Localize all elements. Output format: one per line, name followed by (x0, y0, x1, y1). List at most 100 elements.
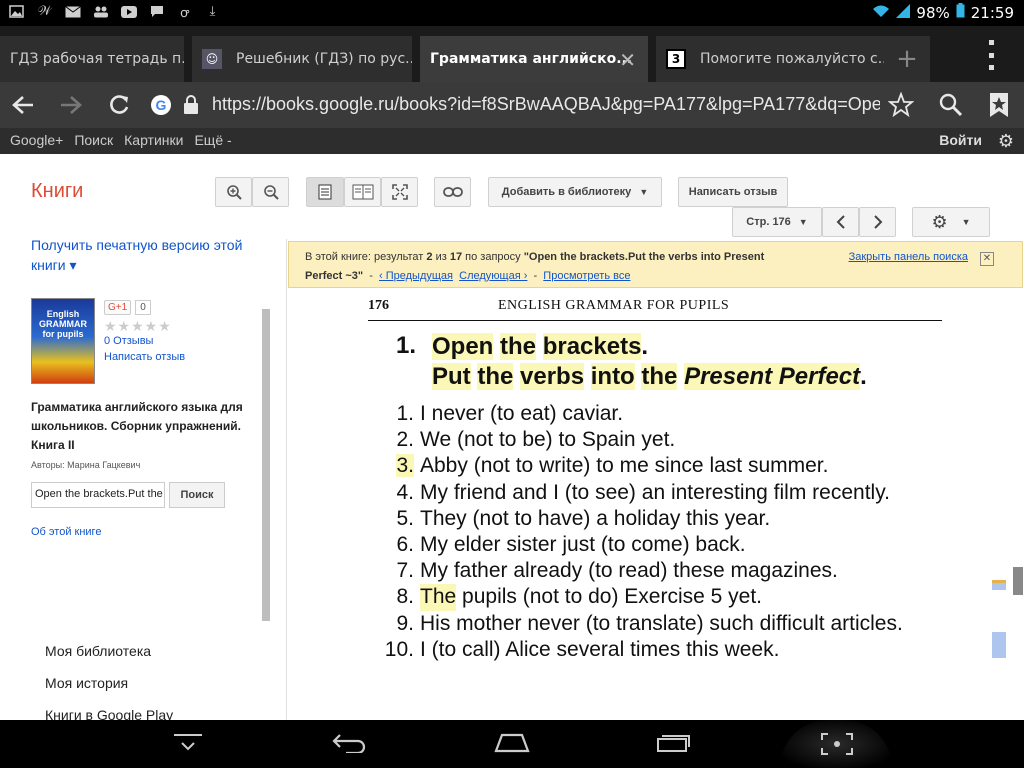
add-to-library-button[interactable]: Добавить в библиотеку ▼ (488, 177, 662, 207)
list-item: 7. My father already (to read) these maga… (378, 558, 903, 584)
page-scrollbar[interactable] (1013, 567, 1023, 595)
item-text: They (not to have) a holiday this year. (420, 506, 771, 530)
tab-gdz[interactable]: ГДЗ рабочая тетрадь п... (0, 36, 184, 82)
star-icon[interactable] (886, 90, 916, 120)
url-field[interactable]: https://books.google.ru/books?id=f8SrBwA… (212, 94, 880, 115)
wifi-icon (872, 4, 890, 22)
search-icon[interactable] (936, 90, 966, 120)
page-select[interactable]: Стр. 176 ▼ (732, 207, 822, 237)
exercise-title: Open the brackets. Put the verbs into th… (432, 332, 867, 392)
single-page-view-button[interactable] (306, 177, 344, 207)
home-nav-icon[interactable] (494, 731, 530, 759)
tab-bar: ГДЗ рабочая тетрадь п... ☺ Решебник (ГДЗ… (0, 26, 1024, 82)
item-text: My father already (to read) these magazi… (420, 559, 838, 583)
gear-icon: ⚙ (931, 211, 948, 232)
link-button[interactable] (434, 177, 471, 207)
back-nav-icon[interactable] (332, 731, 368, 759)
tab-label: Решебник (ГДЗ) по рус... (236, 51, 412, 67)
reviews-count-link[interactable]: 0 Отзывы (104, 335, 153, 347)
image-icon (8, 3, 25, 20)
print-version-link[interactable]: Получить печатную версию этой книги ▾ (31, 235, 253, 275)
page-icon (318, 184, 332, 200)
highlight-word: the (641, 363, 678, 390)
list-item: 1. I never (to eat) caviar. (378, 401, 903, 427)
result-current: 2 (426, 251, 433, 263)
zoom-in-button[interactable] (215, 177, 252, 207)
gbar-search[interactable]: Поиск (74, 132, 113, 148)
books-logo[interactable]: Книги (31, 180, 83, 203)
recents-nav-icon[interactable] (656, 731, 692, 759)
close-icon[interactable]: ✕ (980, 252, 994, 266)
chevron-down-icon: ▼ (961, 217, 971, 227)
book-cover[interactable]: English GRAMMAR for pupils (31, 298, 95, 384)
item-text: My elder sister just (to come) back. (420, 532, 746, 556)
result-marker[interactable] (992, 632, 1006, 658)
sidebar-item-my-library[interactable]: Моя библиотека (45, 643, 151, 659)
google-icon: G (146, 90, 176, 120)
tab-pomogite[interactable]: 3 Помогите пожалуйсто с... (656, 36, 884, 82)
screenshot-nav-icon[interactable] (780, 720, 892, 768)
tab-reshebnik[interactable]: ☺ Решебник (ГДЗ) по рус... (192, 36, 412, 82)
new-tab-button[interactable]: + (884, 36, 930, 82)
title-period: . (860, 363, 867, 390)
google-bar: Google+ Поиск Картинки Ещё - Войти ⚙ (0, 128, 1024, 154)
item-number: 8. (396, 585, 414, 609)
highlight-word: brackets (542, 333, 642, 360)
back-icon[interactable] (8, 90, 38, 120)
chevron-left-icon (836, 215, 845, 229)
result-marker[interactable] (992, 580, 1006, 590)
search-in-book-button[interactable]: Поиск (169, 482, 225, 508)
clock: 21:59 (970, 3, 1014, 22)
fullscreen-button[interactable] (381, 177, 418, 207)
write-review-button[interactable]: Написать отзыв (678, 177, 788, 207)
close-search-panel-link[interactable]: Закрыть панель поиска (849, 248, 968, 267)
view-all-link[interactable]: Просмотреть все (543, 270, 630, 282)
search-in-book-input[interactable]: Open the brackets.Put the verbs (31, 482, 165, 508)
next-page-button[interactable] (859, 207, 896, 237)
sidebar-item-google-play[interactable]: Книги в Google Play (45, 707, 173, 720)
menu-icon[interactable] (986, 40, 996, 70)
item-text: I (to call) Alice several times this wee… (420, 637, 780, 661)
prev-result-link[interactable]: ‹ Предыдущая (379, 270, 453, 282)
mail-icon (64, 3, 81, 20)
sentence-list: 1. I never (to eat) caviar. 2. We (not to … (378, 401, 903, 663)
gbar-google-plus[interactable]: Google+ (10, 132, 63, 148)
hide-keyboard-icon[interactable] (172, 731, 204, 759)
reload-icon[interactable] (104, 90, 134, 120)
forward-icon[interactable] (56, 90, 86, 120)
gbar-images[interactable]: Картинки (124, 132, 183, 148)
next-result-link[interactable]: Следующая › (459, 270, 527, 282)
signin-button[interactable]: Войти (939, 132, 982, 148)
chevron-down-icon: ▼ (798, 217, 808, 227)
zoom-out-icon (263, 185, 279, 200)
rating-stars: ★★★★★ (104, 318, 172, 334)
about-book-link[interactable]: Об этой книге (31, 526, 101, 538)
people-icon (92, 3, 109, 20)
gbar-more[interactable]: Ещё - (194, 132, 231, 148)
settings-button[interactable]: ⚙ ▼ (912, 207, 990, 237)
list-item: 8. The pupils (not to do) Exercise 5 yet. (378, 584, 903, 611)
znanija-favicon-icon: 3 (666, 49, 686, 69)
sidebar-item-my-history[interactable]: Моя история (45, 675, 128, 691)
highlight-word: Present Perfect (684, 363, 861, 390)
sidebar-write-review-link[interactable]: Написать отзыв (104, 351, 185, 363)
prev-page-button[interactable] (822, 207, 859, 237)
gear-icon[interactable]: ⚙ (998, 131, 1014, 152)
two-page-view-button[interactable] (344, 177, 381, 207)
book-authors: Авторы: Марина Гацкевич (31, 460, 141, 470)
item-number: 9. (396, 611, 414, 635)
close-tab-icon[interactable]: ✕ (619, 48, 636, 72)
tab-grammatika[interactable]: Грамматика английско... ✕ (420, 36, 648, 82)
ok-icon: ꝍ (180, 5, 189, 21)
highlight-word: the (477, 363, 514, 390)
gplus-button[interactable]: G+1 (104, 300, 132, 315)
zoom-out-button[interactable] (252, 177, 289, 207)
bookmark-star-icon[interactable] (984, 90, 1014, 120)
link-icon (442, 187, 463, 197)
write-review-label: Написать отзыв (688, 186, 778, 198)
item-text: His mother never (to translate) such dif… (420, 611, 903, 635)
highlight-word: the (500, 333, 537, 360)
signal-icon (896, 3, 911, 22)
list-item: 5. They (not to have) a holiday this year… (378, 506, 903, 532)
sidebar-scrollbar[interactable] (262, 309, 270, 621)
